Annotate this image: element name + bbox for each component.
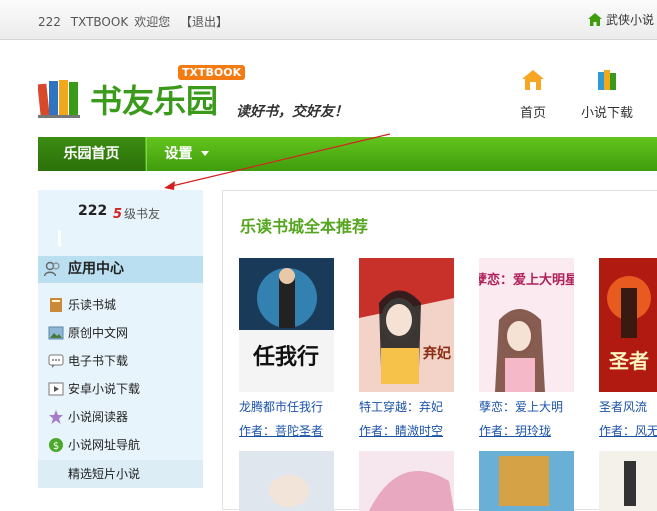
book-title-link[interactable]: 圣者风流 bbox=[599, 398, 657, 415]
cover-text: 圣者 bbox=[609, 349, 649, 373]
wuxia-link-label: 武侠小说 bbox=[606, 13, 655, 27]
nav-home-label: 乐园首页 bbox=[63, 146, 120, 162]
user-level-text: 级书友 bbox=[124, 207, 161, 221]
book-card[interactable] bbox=[479, 451, 579, 511]
app-center-header: 应用中心 bbox=[38, 256, 203, 283]
main-content: 乐读书城全本推荐 任我行 龙腾都市任我行 作者：菩陀圣者 弃妃 特工穿越：弃妃 … bbox=[222, 190, 657, 511]
book-cover[interactable] bbox=[359, 451, 454, 511]
sidebar-item-label: 乐读书城 bbox=[68, 298, 117, 312]
topbar-user-info: 222 TXTBOOK 欢迎您 【退出】 bbox=[38, 13, 234, 30]
topbar-welcome: 欢迎您 bbox=[134, 15, 171, 29]
user-level: 5 级书友 bbox=[113, 205, 160, 222]
cover-text: 孽恋：爱上大明星 bbox=[479, 272, 574, 288]
sidebar-item-label: 安卓小说下载 bbox=[68, 382, 141, 396]
play-icon bbox=[48, 382, 64, 396]
book-title-link[interactable]: 龙腾都市任我行 bbox=[239, 398, 339, 415]
book-title-link[interactable]: 孽恋：爱上大明 bbox=[479, 398, 579, 415]
user-level-number: 5 bbox=[113, 207, 123, 222]
logo-books-icon bbox=[38, 80, 80, 118]
star-icon bbox=[49, 410, 63, 424]
book-cover[interactable]: 圣者 bbox=[599, 258, 657, 392]
book-title-link[interactable]: 特工穿越：弃妃 bbox=[359, 398, 459, 415]
sidebar-item-ledu[interactable]: 乐读书城 bbox=[38, 291, 203, 319]
header-home-label: 首页 bbox=[519, 106, 546, 121]
header-download-button[interactable]: 小说下载 bbox=[577, 68, 637, 121]
books-download-icon bbox=[598, 70, 616, 90]
top-bar: 222 TXTBOOK 欢迎您 【退出】 武侠小说 bbox=[0, 0, 657, 40]
nav-settings-dropdown[interactable]: 设置 bbox=[146, 137, 226, 171]
book-cover[interactable] bbox=[239, 451, 334, 511]
book-cover[interactable]: 弃妃 bbox=[359, 258, 454, 392]
users-icon bbox=[44, 261, 60, 277]
picture-icon bbox=[48, 326, 64, 340]
logo-title[interactable]: 书友乐园 bbox=[90, 76, 218, 122]
main-navbar: 乐园首页 设置 bbox=[38, 137, 657, 171]
nav-settings-label: 设置 bbox=[164, 146, 193, 162]
home-small-icon bbox=[588, 13, 602, 26]
sidebar-item-label: 原创中文网 bbox=[68, 326, 129, 340]
sidebar-item-label: 小说网址导航 bbox=[68, 438, 141, 452]
book-card[interactable] bbox=[239, 451, 339, 511]
sidebar-item-label: 电子书下载 bbox=[68, 354, 129, 368]
sidebar-item-ebook[interactable]: 电子书下载 bbox=[38, 347, 203, 375]
sidebar-username[interactable]: 222 bbox=[78, 203, 107, 219]
user-box: 222 5 级书友 bbox=[38, 190, 203, 256]
header-home-button[interactable]: 首页 bbox=[503, 68, 563, 121]
sidebar-item-short[interactable]: 精选短片小说 bbox=[38, 460, 203, 488]
app-center-label: 应用中心 bbox=[68, 261, 124, 277]
progress-bar bbox=[58, 230, 61, 246]
sidebar-item-original[interactable]: 原创中文网 bbox=[38, 319, 203, 347]
book-author-link[interactable]: 作者：睛溦时空 bbox=[359, 422, 459, 439]
book-author-link[interactable]: 作者：玥玲珑 bbox=[479, 422, 579, 439]
header-download-label: 小说下载 bbox=[580, 106, 633, 121]
book-card[interactable]: 任我行 龙腾都市任我行 作者：菩陀圣者 bbox=[239, 258, 339, 439]
book-cover[interactable]: 孽恋：爱上大明星 bbox=[479, 258, 574, 392]
sidebar-item-nav[interactable]: $ 小说网址导航 bbox=[38, 431, 203, 459]
book-cover[interactable] bbox=[599, 451, 657, 511]
book-card[interactable] bbox=[599, 451, 657, 511]
topbar-site-code: TXTBOOK bbox=[70, 15, 129, 29]
svg-text:$: $ bbox=[53, 441, 59, 452]
cover-text: 弃妃 bbox=[422, 345, 451, 362]
book-author-link[interactable]: 作者：风无 bbox=[599, 422, 657, 439]
book-card[interactable] bbox=[359, 451, 459, 511]
sidebar-item-label: 小说阅读器 bbox=[68, 410, 129, 424]
home-icon bbox=[522, 70, 544, 90]
book-author-link[interactable]: 作者：菩陀圣者 bbox=[239, 422, 339, 439]
sidebar: 222 5 级书友 应用中心 乐读书城 原创中文网 电子书下载 安卓小说下载 小说… bbox=[38, 190, 203, 488]
chat-icon bbox=[48, 354, 64, 368]
book-card[interactable]: 孽恋：爱上大明星 孽恋：爱上大明 作者：玥玲珑 bbox=[479, 258, 579, 439]
book-cover[interactable] bbox=[479, 451, 574, 511]
topbar-user-id: 222 bbox=[38, 15, 61, 29]
section-title: 乐读书城全本推荐 bbox=[240, 217, 369, 236]
logo-badge: TXTBOOK bbox=[178, 65, 246, 80]
book-cover[interactable]: 任我行 bbox=[239, 258, 334, 392]
nav-home-tab[interactable]: 乐园首页 bbox=[38, 137, 145, 171]
sidebar-item-android[interactable]: 安卓小说下载 bbox=[38, 375, 203, 403]
cover-text: 任我行 bbox=[252, 344, 319, 370]
sidebar-item-reader[interactable]: 小说阅读器 bbox=[38, 403, 203, 431]
book-icon bbox=[50, 298, 62, 312]
topbar-right-link[interactable]: 武侠小说 bbox=[588, 11, 654, 28]
book-card[interactable]: 弃妃 特工穿越：弃妃 作者：睛溦时空 bbox=[359, 258, 459, 439]
money-icon: $ bbox=[49, 438, 63, 452]
chevron-down-icon bbox=[200, 151, 209, 156]
book-card[interactable]: 圣者 圣者风流 作者：风无 bbox=[599, 258, 657, 439]
slogan: 读好书，交好友！ bbox=[236, 104, 348, 120]
sidebar-item-label: 精选短片小说 bbox=[68, 467, 141, 481]
logout-link[interactable]: 【退出】 bbox=[180, 15, 228, 29]
